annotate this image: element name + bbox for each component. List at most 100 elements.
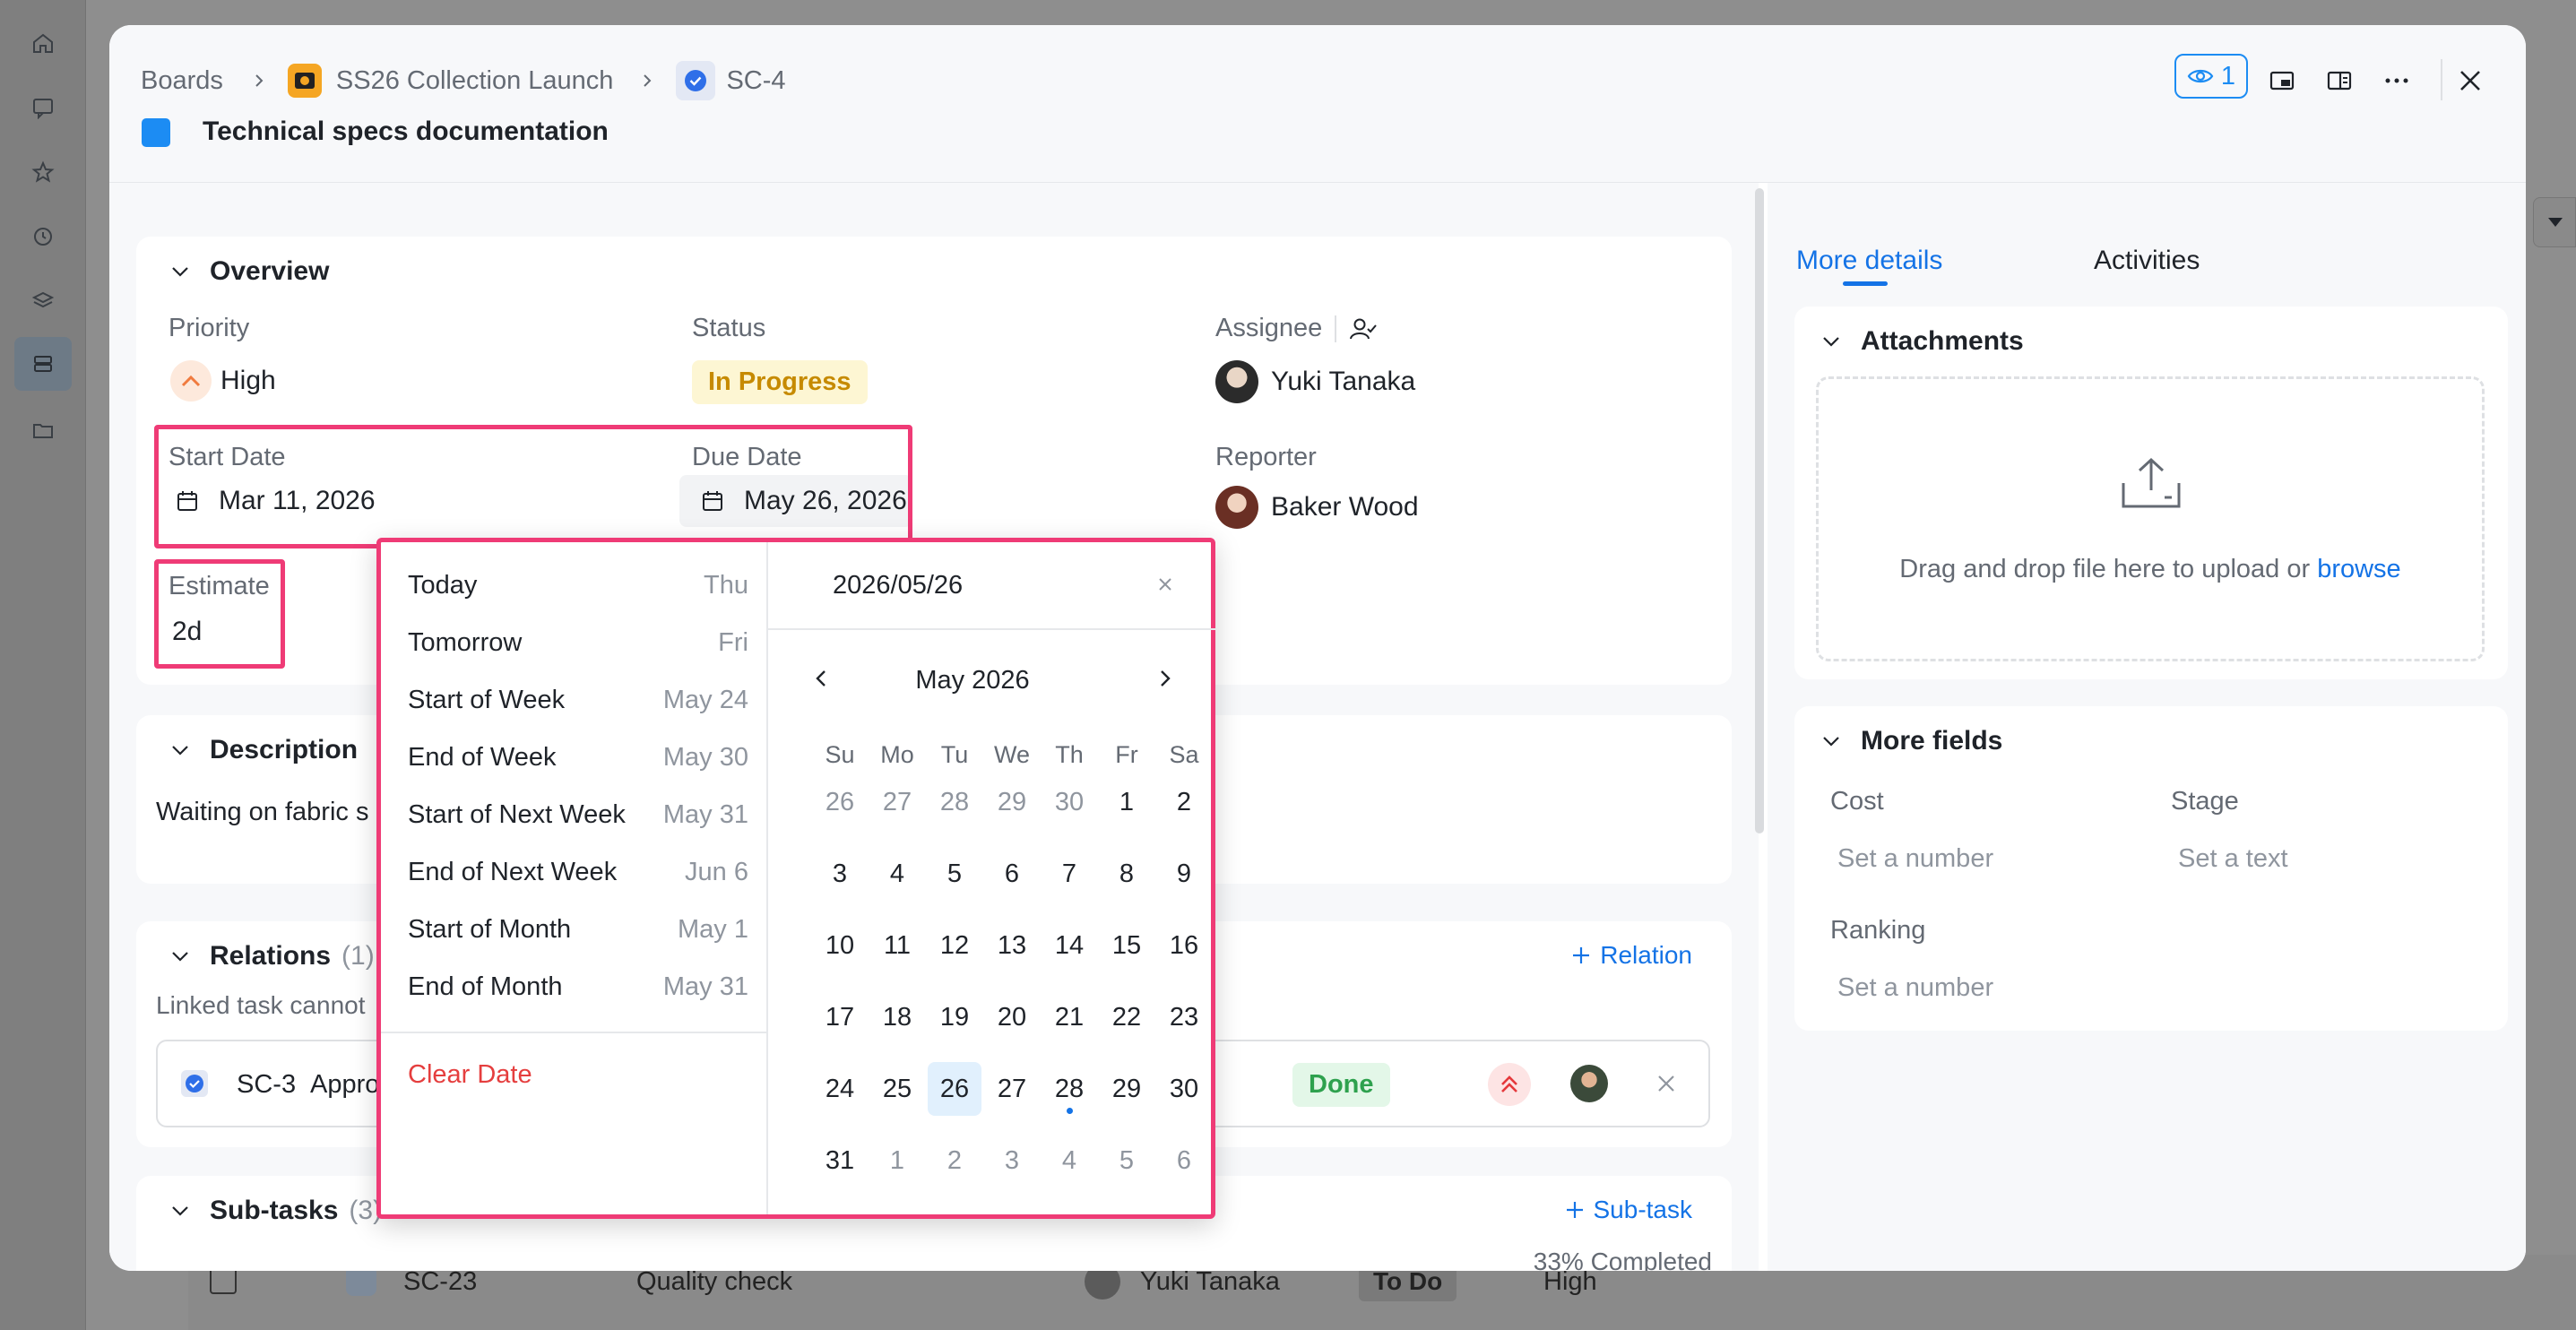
reporter-field[interactable]: Baker Wood [1215, 486, 1419, 529]
task-title[interactable]: Technical specs documentation [203, 117, 609, 147]
calendar-day[interactable]: 9 [1157, 847, 1211, 901]
calendar-day[interactable]: 3 [985, 1134, 1039, 1188]
ranking-label: Ranking [1830, 916, 1926, 945]
pip-mode-button[interactable] [2259, 57, 2305, 104]
star-icon[interactable] [25, 154, 61, 190]
calendar-day[interactable]: 24 [813, 1062, 867, 1116]
breadcrumb-project[interactable]: SS26 Collection Launch [336, 66, 614, 96]
clear-date-button[interactable]: Clear Date [408, 1060, 532, 1090]
calendar-day[interactable]: 16 [1157, 919, 1211, 972]
calendar-day[interactable]: 15 [1100, 919, 1154, 972]
quick-option[interactable]: Today Thu [408, 567, 748, 603]
calendar-day[interactable]: 13 [985, 919, 1039, 972]
status-field[interactable]: In Progress [692, 360, 868, 404]
side-panel-button[interactable] [2316, 57, 2363, 104]
layers-icon[interactable] [25, 283, 61, 319]
assignee-field[interactable]: Yuki Tanaka [1215, 360, 1415, 403]
watchers-button[interactable]: 1 [2174, 54, 2248, 99]
overview-header[interactable]: Overview [167, 256, 329, 287]
description-header[interactable]: Description [167, 735, 358, 765]
upload-dropzone[interactable]: Drag and drop file here to upload or bro… [1816, 376, 2485, 661]
calendar-day[interactable]: 29 [985, 775, 1039, 829]
description-text[interactable]: Waiting on fabric s [156, 798, 368, 827]
calendar-day[interactable]: 5 [928, 847, 981, 901]
calendar-day[interactable]: 28 [928, 775, 981, 829]
calendar-day[interactable]: 30 [1157, 1062, 1211, 1116]
calendar-day[interactable]: 6 [985, 847, 1039, 901]
chat-icon[interactable] [25, 90, 61, 125]
calendar-day[interactable]: 28 [1042, 1062, 1096, 1116]
calendar-day[interactable]: 21 [1042, 990, 1096, 1044]
calendar-day[interactable]: 1 [870, 1134, 924, 1188]
attachments-header[interactable]: Attachments [1818, 326, 2024, 357]
boards-icon[interactable] [14, 337, 72, 391]
calendar-day[interactable]: 30 [1042, 775, 1096, 829]
calendar-day-selected[interactable]: 26 [928, 1062, 981, 1116]
row-checkbox[interactable] [210, 1267, 237, 1294]
calendar-day[interactable]: 5 [1100, 1134, 1154, 1188]
date-input[interactable]: 2026/05/26 [833, 571, 963, 600]
collapse-button[interactable] [2533, 197, 2576, 247]
quick-option[interactable]: Start of Next Week May 31 [408, 797, 748, 833]
add-subtask-button[interactable]: Sub-task [1565, 1196, 1692, 1224]
calendar-day[interactable]: 1 [1100, 775, 1154, 829]
calendar-day[interactable]: 17 [813, 990, 867, 1044]
calendar-day[interactable]: 2 [928, 1134, 981, 1188]
tab-more-details[interactable]: More details [1796, 246, 1942, 276]
relations-header[interactable]: Relations (1) [167, 941, 375, 972]
calendar-day[interactable]: 25 [870, 1062, 924, 1116]
calendar-day[interactable]: 14 [1042, 919, 1096, 972]
calendar-day[interactable]: 29 [1100, 1062, 1154, 1116]
calendar-day[interactable]: 10 [813, 919, 867, 972]
more-options-button[interactable] [2373, 57, 2420, 104]
calendar-day[interactable]: 2 [1157, 775, 1211, 829]
history-icon[interactable] [25, 219, 61, 255]
quick-option[interactable]: Start of Week May 24 [408, 682, 748, 718]
relation-status-badge[interactable]: Done [1292, 1063, 1390, 1107]
add-relation-button[interactable]: Relation [1571, 941, 1692, 970]
folder-icon[interactable] [25, 412, 61, 448]
main-scrollbar[interactable] [1755, 188, 1764, 833]
tab-activities[interactable]: Activities [2094, 246, 2200, 276]
stage-field[interactable]: Set a text [2178, 844, 2288, 874]
close-modal-button[interactable] [2447, 57, 2494, 104]
browse-link[interactable]: browse [2317, 555, 2401, 583]
quick-option[interactable]: End of Month May 31 [408, 969, 748, 1005]
breadcrumb-boards[interactable]: Boards [141, 66, 223, 96]
assign-user-icon[interactable] [1349, 316, 1378, 341]
cost-field[interactable]: Set a number [1837, 844, 1993, 874]
remove-relation-icon[interactable] [1656, 1074, 1676, 1093]
calendar-day[interactable]: 23 [1157, 990, 1211, 1044]
calendar-day[interactable]: 26 [813, 775, 867, 829]
calendar-day[interactable]: 19 [928, 990, 981, 1044]
quick-option[interactable]: Tomorrow Fri [408, 625, 748, 661]
quick-option[interactable]: Start of Month May 1 [408, 911, 748, 947]
quick-option[interactable]: End of Week May 30 [408, 739, 748, 775]
clear-input-icon[interactable] [1157, 576, 1173, 592]
prev-month-icon[interactable] [811, 668, 833, 689]
breadcrumb-task-key[interactable]: SC-4 [726, 66, 785, 96]
subtasks-header[interactable]: Sub-tasks (3) [167, 1196, 382, 1226]
calendar-day[interactable]: 27 [985, 1062, 1039, 1116]
calendar-day[interactable]: 6 [1157, 1134, 1211, 1188]
more-fields-header[interactable]: More fields [1818, 726, 2002, 756]
calendar-day[interactable]: 7 [1042, 847, 1096, 901]
calendar-day[interactable]: 31 [813, 1134, 867, 1188]
calendar-day[interactable]: 12 [928, 919, 981, 972]
calendar-day[interactable]: 20 [985, 990, 1039, 1044]
calendar-day[interactable]: 4 [870, 847, 924, 901]
next-month-icon[interactable] [1154, 668, 1175, 689]
calendar-day[interactable]: 18 [870, 990, 924, 1044]
calendar-day[interactable]: 8 [1100, 847, 1154, 901]
home-icon[interactable] [25, 25, 61, 61]
calendar-day[interactable]: 3 [813, 847, 867, 901]
priority-field[interactable]: High [170, 360, 276, 402]
calendar-day[interactable]: 4 [1042, 1134, 1096, 1188]
calendar-day[interactable]: 11 [870, 919, 924, 972]
calendar-day[interactable]: 27 [870, 775, 924, 829]
calendar-day[interactable]: 22 [1100, 990, 1154, 1044]
month-label[interactable]: May 2026 [883, 666, 1062, 695]
task-color-square[interactable] [142, 118, 170, 147]
ranking-field[interactable]: Set a number [1837, 973, 1993, 1003]
quick-option[interactable]: End of Next Week Jun 6 [408, 854, 748, 890]
